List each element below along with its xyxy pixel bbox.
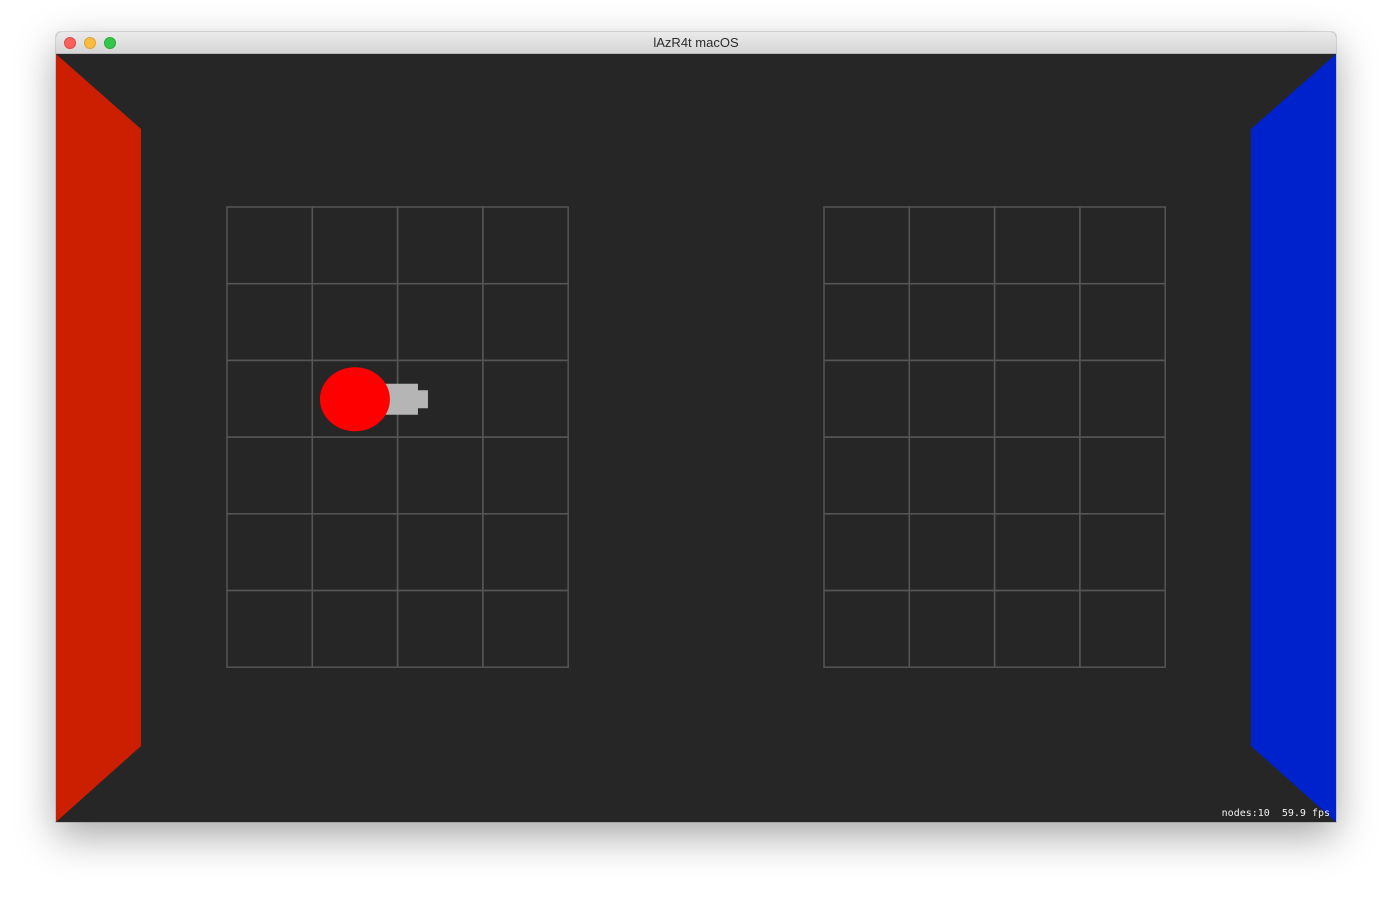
left-grid-cell-r4-c3 <box>396 436 484 515</box>
left-grid-cell-r1-c2 <box>311 206 399 285</box>
right-grid-cell-r6-c1 <box>823 589 911 668</box>
right-grid-cell-r1-c1 <box>823 206 911 285</box>
right-grid-cell-r2-c3 <box>993 282 1081 362</box>
left-grid-cell-r2-c3 <box>396 282 484 362</box>
node-count: nodes:10 <box>1221 808 1270 819</box>
left-grid-cell-r2-c2 <box>311 282 399 362</box>
right-grid-cell-r1-c4 <box>1079 206 1166 285</box>
left-grid-cell-r5-c4 <box>482 513 569 592</box>
fps-counter: 59.9 fps <box>1281 808 1330 819</box>
left-grid-cell-r5-c3 <box>396 513 484 592</box>
left-grid-cell-r3-c4 <box>482 359 569 438</box>
left-wall <box>56 54 141 822</box>
left-grid-cell-r6-c4 <box>482 589 569 668</box>
right-grid-cell-r5-c3 <box>993 513 1081 592</box>
left-grid-cell-r6-c2 <box>311 589 399 668</box>
right-grid-cell-r2-c2 <box>908 282 996 362</box>
left-grid-cell-r3-c1 <box>226 359 314 438</box>
left-grid-cell-r4-c2 <box>311 436 399 515</box>
right-grid-cell-r4-c1 <box>823 436 911 515</box>
game-scene[interactable]: nodes:10 59.9 fps <box>56 54 1336 822</box>
left-grid-cell-r1-c1 <box>226 206 314 285</box>
left-grid-cell-r4-c1 <box>226 436 314 515</box>
right-grid-cell-r5-c2 <box>908 513 996 592</box>
right-grid-cell-r1-c2 <box>908 206 996 285</box>
right-grid-cell-r6-c2 <box>908 589 996 668</box>
right-grid-cell-r5-c4 <box>1079 513 1166 592</box>
right-grid-cell-r3-c3 <box>993 359 1081 438</box>
right-grid-cell-r4-c2 <box>908 436 996 515</box>
left-grid-cell-r4-c4 <box>482 436 569 515</box>
right-grid-cell-r2-c1 <box>823 282 911 362</box>
right-grid-cell-r3-c4 <box>1079 359 1166 438</box>
player-cannon-tip <box>416 390 428 409</box>
right-grid-cell-r3-c1 <box>823 359 911 438</box>
window-title: lAzR4t macOS <box>653 35 739 50</box>
left-grid <box>226 206 569 668</box>
left-grid-cell-r5-c1 <box>226 513 314 592</box>
right-grid-cell-r4-c4 <box>1079 436 1166 515</box>
game-window: lAzR4t macOS nodes:10 59.9 fps <box>56 32 1336 822</box>
left-grid-cell-r6-c1 <box>226 589 314 668</box>
left-grid-cell-r1-c3 <box>396 206 484 285</box>
right-grid-cell-r3-c2 <box>908 359 996 438</box>
stats-overlay: nodes:10 59.9 fps <box>1222 808 1330 819</box>
right-grid-cell-r1-c3 <box>993 206 1081 285</box>
left-grid-cell-r2-c1 <box>226 282 314 362</box>
player-body <box>319 367 390 432</box>
left-grid-cell-r5-c2 <box>311 513 399 592</box>
right-grid-cell-r4-c3 <box>993 436 1081 515</box>
player-ship <box>319 367 428 432</box>
right-grid <box>823 206 1166 668</box>
right-grid-cell-r6-c3 <box>993 589 1081 668</box>
right-grid-cell-r2-c4 <box>1079 282 1166 362</box>
scene-canvas <box>56 54 1336 822</box>
right-wall <box>1251 54 1336 822</box>
title-bar[interactable]: lAzR4t macOS <box>56 32 1336 54</box>
left-grid-cell-r6-c3 <box>396 589 484 668</box>
right-grid-cell-r6-c4 <box>1079 589 1166 668</box>
left-grid-cell-r2-c4 <box>482 282 569 362</box>
right-grid-cell-r5-c1 <box>823 513 911 592</box>
left-grid-cell-r1-c4 <box>482 206 569 285</box>
